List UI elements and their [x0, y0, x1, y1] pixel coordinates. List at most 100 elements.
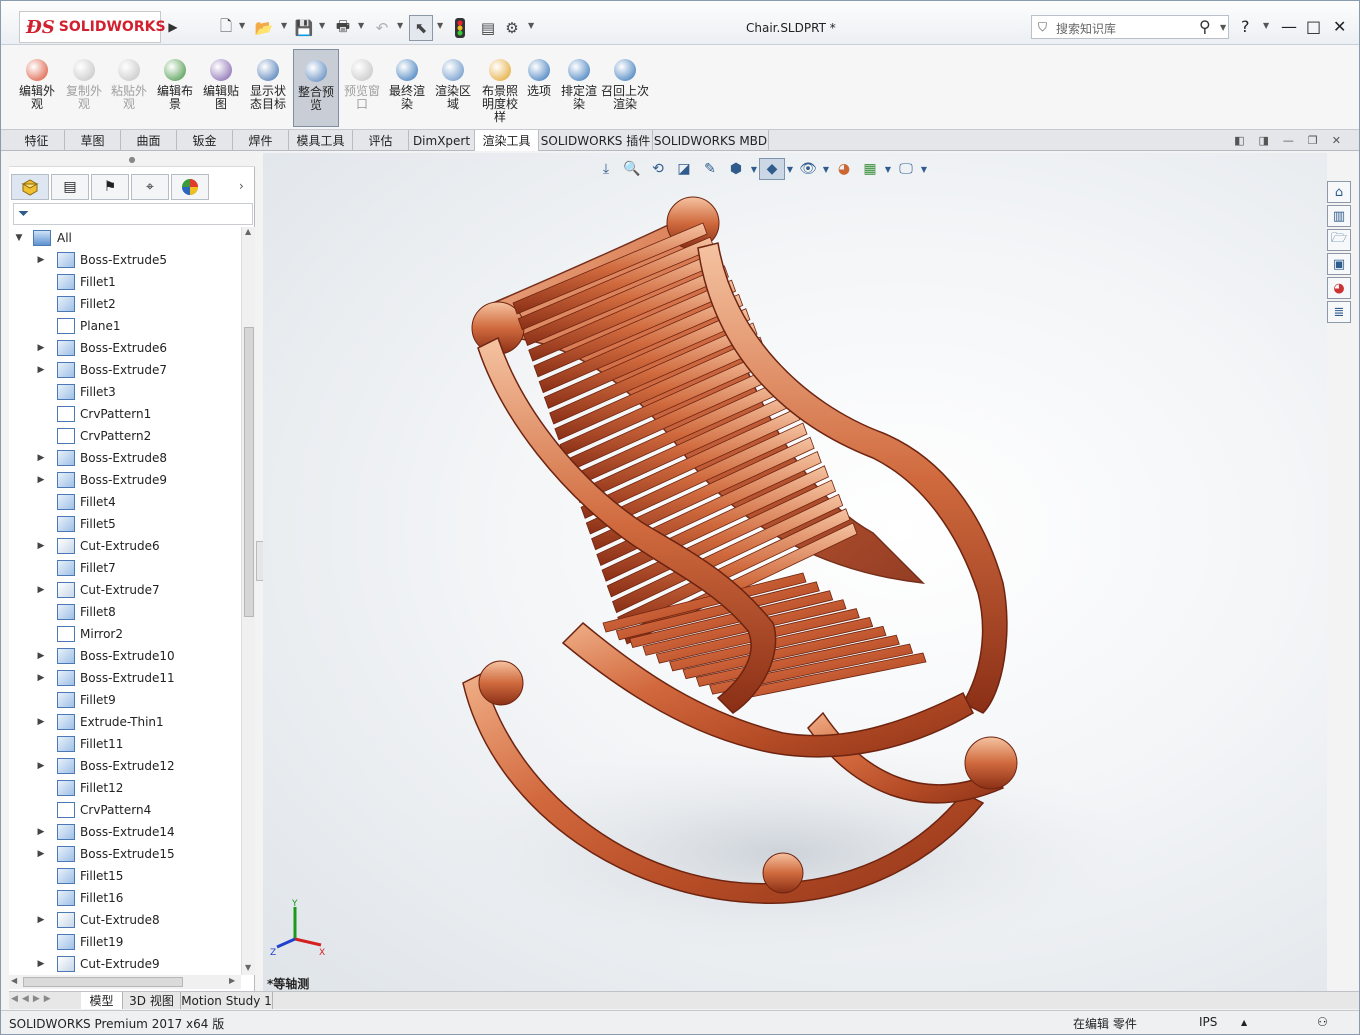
cmd-button-0[interactable]: 编辑外观	[15, 49, 59, 127]
cmd-button-13[interactable]: 召回上次渲染	[601, 49, 649, 127]
file-properties-icon[interactable]: ▤	[477, 15, 499, 41]
tree-item[interactable]: Fillet3	[9, 381, 241, 403]
tree-item[interactable]: ▶ Boss-Extrude11	[9, 667, 241, 689]
new-document-icon[interactable]: 🗋	[215, 15, 237, 41]
tree-item[interactable]: ▶ Boss-Extrude15	[9, 843, 241, 865]
tree-item[interactable]: Fillet9	[9, 689, 241, 711]
units-selector[interactable]: IPS	[1199, 1015, 1217, 1029]
tree-item[interactable]: ▶ Cut-Extrude9	[9, 953, 241, 975]
tree-item[interactable]: ▶ Boss-Extrude6	[9, 337, 241, 359]
new-dropdown-icon[interactable]: ▼	[239, 21, 245, 30]
search-dropdown-icon[interactable]: ▼	[1220, 23, 1226, 32]
expand-icon[interactable]: ▶	[35, 717, 47, 727]
tree-item[interactable]: Mirror2	[9, 623, 241, 645]
property-manager-tab-icon[interactable]: ▤	[51, 174, 89, 200]
cmd-button-2[interactable]: 粘贴外观	[107, 49, 151, 127]
tree-item[interactable]: ▶ Cut-Extrude8	[9, 909, 241, 931]
open-folder-icon[interactable]: 📂	[253, 15, 275, 41]
tree-item[interactable]: Fillet11	[9, 733, 241, 755]
expand-icon[interactable]: ▶	[35, 673, 47, 683]
tree-item[interactable]: ▶ Extrude-Thin1	[9, 711, 241, 733]
tree-item[interactable]: ▶ Boss-Extrude5	[9, 249, 241, 271]
expand-icon[interactable]: ▶	[35, 475, 47, 485]
cmd-button-12[interactable]: 排定渲染	[557, 49, 601, 127]
more-tabs-arrow-icon[interactable]: ›	[239, 179, 244, 193]
tree-item[interactable]: Fillet5	[9, 513, 241, 535]
options-gear-icon[interactable]: ⚙	[501, 15, 523, 41]
tree-item[interactable]: Fillet16	[9, 887, 241, 909]
close-button[interactable]: ✕	[1333, 17, 1346, 36]
cmd-button-8[interactable]: 最终渲染	[385, 49, 429, 127]
expand-icon[interactable]: ▶	[35, 849, 47, 859]
expand-icon[interactable]: ▶	[35, 453, 47, 463]
dimxpert-manager-tab-icon[interactable]: ⌖	[131, 174, 169, 200]
expand-icon[interactable]: ▶	[35, 255, 47, 265]
appearances-scenes-icon[interactable]: ◕	[1327, 277, 1351, 299]
bottom-tab-1[interactable]: 3D 视图	[123, 992, 181, 1009]
maximize-button[interactable]: □	[1306, 17, 1321, 36]
help-button[interactable]: ?	[1241, 17, 1250, 36]
rebuild-traffic-light-icon[interactable]	[451, 15, 469, 41]
minimize-button[interactable]: —	[1281, 17, 1297, 36]
cmd-button-6[interactable]: 整合预览	[293, 49, 339, 127]
print-icon[interactable]: 🖶	[331, 15, 355, 41]
expand-icon[interactable]: ▶	[35, 651, 47, 661]
doc-close-icon[interactable]: ✕	[1332, 134, 1341, 147]
cmd-button-10[interactable]: 布景照明度校样	[477, 49, 523, 127]
scroll-up-icon[interactable]: ▲	[245, 227, 251, 236]
scroll-down-icon[interactable]: ▼	[245, 963, 251, 972]
expand-icon[interactable]: ▶	[35, 343, 47, 353]
tile-left-icon[interactable]: ◧	[1234, 134, 1244, 147]
tree-root[interactable]: ▼ All	[9, 227, 241, 249]
rebuild-status-icon[interactable]: ⚇	[1317, 1015, 1328, 1029]
tree-item[interactable]: Fillet12	[9, 777, 241, 799]
command-tab-4[interactable]: 焊件	[233, 130, 289, 151]
command-tab-5[interactable]: 模具工具	[289, 130, 353, 151]
tree-item[interactable]: ▶ Boss-Extrude14	[9, 821, 241, 843]
expand-icon[interactable]: ▶	[35, 585, 47, 595]
menu-expand-arrow-icon[interactable]: ▶	[165, 15, 181, 39]
expand-icon[interactable]: ▶	[35, 959, 47, 969]
tree-item[interactable]: Fillet4	[9, 491, 241, 513]
undo-icon[interactable]: ↶	[371, 15, 393, 41]
panel-grip[interactable]: ●	[9, 153, 255, 167]
tree-item[interactable]: ▶ Boss-Extrude9	[9, 469, 241, 491]
tree-item[interactable]: CrvPattern4	[9, 799, 241, 821]
collapse-icon[interactable]: ▼	[13, 233, 25, 243]
options-dropdown-icon[interactable]: ▼	[528, 21, 534, 30]
bottom-tab-2[interactable]: Motion Study 1	[181, 992, 273, 1009]
cmd-button-3[interactable]: 编辑布景	[153, 49, 197, 127]
view-palette-icon[interactable]: ▣	[1327, 253, 1351, 275]
command-tab-2[interactable]: 曲面	[121, 130, 177, 151]
tree-item[interactable]: ▶ Boss-Extrude10	[9, 645, 241, 667]
tree-item[interactable]: ▶ Boss-Extrude12	[9, 755, 241, 777]
command-tab-6[interactable]: 评估	[353, 130, 409, 151]
undo-dropdown-icon[interactable]: ▼	[397, 21, 403, 30]
expand-icon[interactable]: ▶	[35, 541, 47, 551]
units-dropdown-icon[interactable]: ▲	[1241, 1018, 1247, 1027]
open-dropdown-icon[interactable]: ▼	[281, 21, 287, 30]
tree-hscroll-thumb[interactable]	[23, 977, 183, 987]
search-scope-icon[interactable]: ⛉	[1038, 20, 1047, 35]
expand-icon[interactable]: ▶	[35, 915, 47, 925]
display-manager-tab-icon[interactable]	[171, 174, 209, 200]
tree-item[interactable]: Fillet19	[9, 931, 241, 953]
expand-icon[interactable]: ▶	[35, 827, 47, 837]
save-icon[interactable]: 💾	[293, 15, 315, 41]
design-library-icon[interactable]: ▥	[1327, 205, 1351, 227]
tree-item[interactable]: Fillet15	[9, 865, 241, 887]
select-dropdown-icon[interactable]: ▼	[437, 21, 443, 30]
tree-item[interactable]: Fillet1	[9, 271, 241, 293]
doc-minimize-icon[interactable]: —	[1283, 134, 1294, 147]
command-tab-9[interactable]: SOLIDWORKS 插件	[539, 130, 653, 151]
tree-item[interactable]: Plane1	[9, 315, 241, 337]
cmd-button-7[interactable]: 预览窗口	[341, 49, 383, 127]
feature-manager-tab-icon[interactable]	[11, 174, 49, 200]
file-explorer-icon[interactable]: 🗁	[1327, 229, 1351, 251]
tree-item[interactable]: CrvPattern1	[9, 403, 241, 425]
command-tab-7[interactable]: DimXpert	[409, 130, 475, 151]
scroll-right-icon[interactable]: ▶	[229, 976, 235, 985]
tree-item[interactable]: ▶ Cut-Extrude7	[9, 579, 241, 601]
command-tab-8[interactable]: 渲染工具	[475, 130, 539, 151]
custom-properties-icon[interactable]: ≣	[1327, 301, 1351, 323]
